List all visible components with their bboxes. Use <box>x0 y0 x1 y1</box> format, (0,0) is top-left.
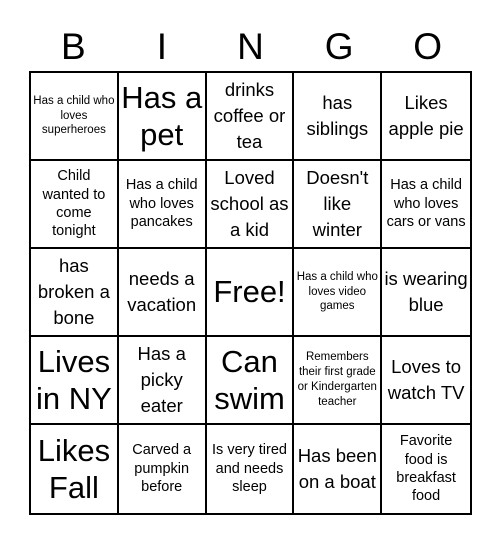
bingo-cell[interactable]: Doesn't like winter <box>294 161 383 249</box>
bingo-cell[interactable]: Favorite food is breakfast food <box>382 425 470 513</box>
bingo-cell-text: drinks coffee or tea <box>213 79 286 152</box>
bingo-header: B I N G O <box>29 24 472 70</box>
bingo-cell-text: Free! <box>213 274 286 310</box>
bingo-cell-text: is wearing blue <box>384 268 468 315</box>
bingo-cell[interactable]: Has a child who loves superheroes <box>31 73 119 161</box>
bingo-cell-text: Likes Fall <box>37 432 111 505</box>
header-letter-b: B <box>60 26 86 67</box>
bingo-cell[interactable]: Can swim <box>206 337 295 425</box>
bingo-cell-text: Carved a pumpkin before <box>132 442 192 496</box>
bingo-cell-text: needs a vacation <box>127 268 197 315</box>
bingo-cell-text: Has a picky eater <box>137 343 186 416</box>
bingo-cell-text: Favorite food is breakfast food <box>396 433 456 505</box>
bingo-cell[interactable]: Child wanted to come tonight <box>31 161 119 249</box>
bingo-cell[interactable]: Has a picky eater <box>118 337 207 425</box>
bingo-cell-text: Remembers their first grade or Kindergar… <box>297 351 377 408</box>
bingo-cell[interactable]: needs a vacation <box>118 249 207 337</box>
bingo-cell[interactable]: Has a child who loves pancakes <box>118 161 207 249</box>
bingo-cell[interactable]: Loves to watch TV <box>382 337 470 425</box>
bingo-cell[interactable]: Has a child who loves video games <box>294 249 383 337</box>
bingo-cell[interactable]: Has a pet <box>118 73 207 161</box>
bingo-cell-text: Is very tired and needs sleep <box>212 442 287 496</box>
bingo-cell[interactable]: Is very tired and needs sleep <box>207 425 295 513</box>
bingo-cell-text: Likes apple pie <box>388 92 464 139</box>
bingo-cell-text: has broken a bone <box>37 255 110 328</box>
bingo-cell[interactable]: Likes apple pie <box>382 73 470 161</box>
header-letter-n: N <box>237 26 264 67</box>
bingo-card-grid: Has a child who loves superheroes Has a p… <box>29 71 472 515</box>
bingo-cell-text: Has a child who loves cars or vans <box>386 177 466 231</box>
bingo-cell-text: has siblings <box>306 92 369 139</box>
bingo-cell[interactable]: drinks coffee or tea <box>206 73 295 161</box>
bingo-cell-text: Doesn't like winter <box>306 167 369 240</box>
header-letter-i: I <box>156 26 168 67</box>
bingo-cell-text: Child wanted to come tonight <box>42 168 106 240</box>
bingo-cell[interactable]: Carved a pumpkin before <box>119 425 207 513</box>
bingo-cell[interactable]: has siblings <box>294 73 383 161</box>
header-letter-g: G <box>324 26 354 67</box>
bingo-cell[interactable]: Free! <box>206 249 295 337</box>
bingo-cell[interactable]: Has been on a boat <box>294 425 383 513</box>
bingo-cell[interactable]: Lives in NY <box>31 337 119 425</box>
bingo-cell-text: Has a pet <box>121 79 203 152</box>
bingo-cell[interactable]: Has a child who loves cars or vans <box>382 161 470 249</box>
bingo-cell[interactable]: Remembers their first grade or Kindergar… <box>294 337 383 425</box>
header-letter-o: O <box>413 26 443 67</box>
bingo-cell-text: Lives in NY <box>35 343 112 416</box>
bingo-cell-text: Has a child who loves video games <box>296 270 378 313</box>
bingo-cell-text: Has a child who loves superheroes <box>33 94 115 137</box>
bingo-cell[interactable]: Likes Fall <box>31 425 119 513</box>
bingo-cell-text: Loves to watch TV <box>387 356 465 403</box>
bingo-cell-text: Has been on a boat <box>297 445 377 492</box>
bingo-cell-text: Has a child who loves pancakes <box>125 177 198 231</box>
bingo-cell-text: Loved school as a kid <box>210 167 289 240</box>
bingo-cell[interactable]: Loved school as a kid <box>206 161 295 249</box>
bingo-cell[interactable]: has broken a bone <box>31 249 119 337</box>
bingo-cell[interactable]: is wearing blue <box>382 249 470 337</box>
bingo-cell-text: Can swim <box>214 343 285 416</box>
